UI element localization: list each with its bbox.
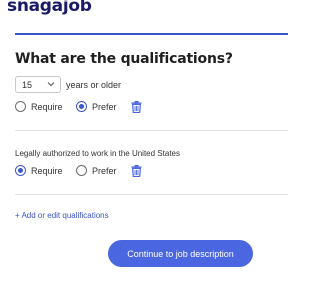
- section-divider: [15, 130, 288, 131]
- q2-prefer-radio[interactable]: [76, 165, 87, 176]
- age-suffix-label: years or older: [66, 80, 122, 90]
- age-select-value: 15: [22, 79, 33, 90]
- continue-button[interactable]: Continue to job description: [108, 240, 253, 267]
- page-title: What are the qualifications?: [15, 51, 233, 67]
- section-divider: [15, 194, 288, 195]
- q1-prefer-radio[interactable]: [76, 101, 87, 112]
- q2-require-radio[interactable]: [15, 165, 26, 176]
- q1-require-radio[interactable]: [15, 101, 26, 112]
- q1-require-label: Require: [31, 102, 63, 112]
- add-qualifications-link[interactable]: + Add or edit qualifications: [15, 211, 109, 220]
- snagajob-logo: snagajob: [7, 0, 92, 16]
- header-divider: [15, 33, 288, 35]
- q1-prefer-label: Prefer: [92, 102, 117, 112]
- q2-require-label: Require: [31, 166, 63, 176]
- qualification-text: Legally authorized to work in the United…: [15, 149, 180, 158]
- trash-icon[interactable]: [131, 101, 142, 113]
- q2-prefer-label: Prefer: [92, 166, 117, 176]
- age-select[interactable]: 15: [15, 76, 61, 93]
- chevron-down-icon: [47, 82, 55, 87]
- trash-icon[interactable]: [131, 165, 142, 177]
